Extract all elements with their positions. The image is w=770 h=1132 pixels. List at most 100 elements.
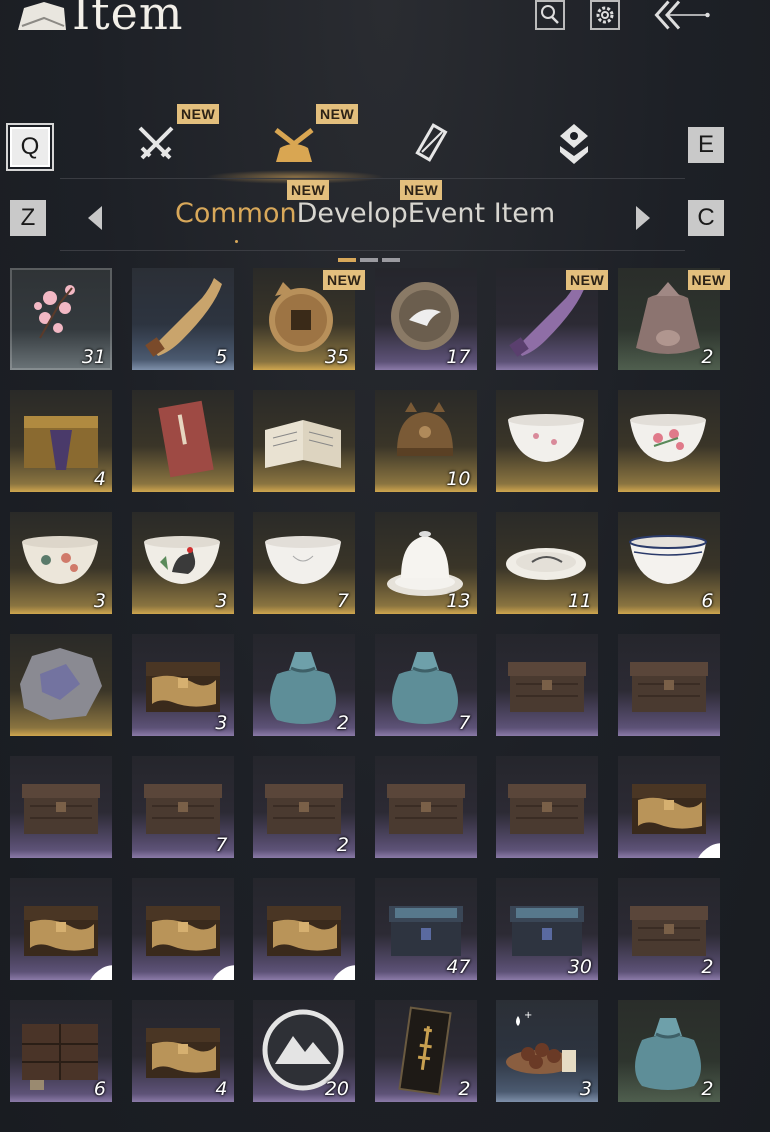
tab-new-badge: NEW	[287, 180, 330, 200]
item-slot[interactable]: 2	[617, 1000, 720, 1102]
item-slot[interactable]: 3	[131, 512, 234, 614]
item-count: 7	[336, 590, 349, 612]
item-count: 6	[701, 590, 714, 612]
item-slot[interactable]: 4	[10, 390, 112, 492]
item-slot[interactable]	[10, 756, 112, 858]
header: Item	[0, 0, 770, 60]
item-count: 35	[324, 346, 349, 368]
item-count: 7	[215, 834, 228, 856]
item-slot[interactable]	[496, 634, 598, 736]
item-count: 3	[215, 590, 228, 612]
item-slot[interactable]: 2	[253, 634, 355, 736]
item-slot[interactable]: 2	[253, 756, 355, 858]
search-icon[interactable]	[535, 0, 565, 30]
item-count: 31	[81, 346, 106, 368]
item-count: 3	[579, 1078, 592, 1100]
item-slot[interactable]	[10, 634, 112, 736]
item-slot[interactable]	[253, 390, 355, 492]
next-category-key[interactable]: E	[688, 127, 724, 163]
item-slot[interactable]: 2	[617, 878, 720, 980]
next-tab-key[interactable]: C	[688, 200, 724, 236]
item-count: 2	[336, 834, 349, 856]
category-new-badge: NEW	[316, 104, 359, 124]
active-tab-indicator	[235, 240, 238, 243]
back-icon[interactable]	[642, 0, 722, 30]
heart-icon	[327, 954, 355, 980]
item-slot[interactable]	[496, 390, 598, 492]
token-icon[interactable]	[552, 122, 596, 166]
page-indicator-active	[338, 258, 356, 262]
item-slot[interactable]: 10	[374, 390, 477, 492]
bag-icon	[18, 2, 66, 30]
divider	[60, 250, 685, 251]
page-indicator	[360, 258, 378, 262]
item-count: 3	[93, 590, 106, 612]
item-slot[interactable]: 6	[10, 1000, 112, 1102]
prev-tab-key[interactable]: Z	[10, 200, 46, 236]
svg-text:+: +	[524, 1010, 532, 1021]
tab-common[interactable]: Common	[175, 198, 297, 229]
item-slot[interactable]: 3	[131, 634, 234, 736]
page-indicator	[382, 258, 400, 262]
item-slot[interactable]: 2	[374, 1000, 477, 1102]
item-slot[interactable]: +3	[496, 1000, 598, 1102]
item-slot[interactable]: 20	[253, 1000, 355, 1102]
item-count: 30	[567, 956, 592, 978]
item-new-badge: NEW	[323, 270, 366, 290]
bundle-icon[interactable]	[272, 122, 316, 166]
item-count: 4	[215, 1078, 228, 1100]
item-slot[interactable]: 5	[131, 268, 234, 370]
category-new-badge: NEW	[177, 104, 220, 124]
item-slot[interactable]: 6	[617, 512, 720, 614]
prev-category-key[interactable]: Q	[10, 127, 50, 167]
item-slot[interactable]	[131, 390, 234, 492]
tab-new-badge: NEW	[400, 180, 443, 200]
item-slot[interactable]	[131, 878, 234, 980]
item-slot[interactable]: 30	[496, 878, 598, 980]
item-slot[interactable]: 7	[253, 512, 355, 614]
item-count: 17	[446, 346, 471, 368]
item-slot[interactable]: 4	[131, 1000, 234, 1102]
item-slot[interactable]: 11	[496, 512, 598, 614]
item-slot[interactable]	[10, 878, 112, 980]
item-slot[interactable]: 17	[374, 268, 477, 370]
item-new-badge: NEW	[687, 270, 730, 290]
scroll-icon[interactable]	[412, 122, 456, 166]
item-slot[interactable]	[496, 756, 598, 858]
crossed-swords-icon[interactable]	[134, 122, 178, 166]
tab-bar: Common Develop Event Item	[175, 198, 555, 229]
item-count: 2	[701, 1078, 714, 1100]
item-count: 47	[446, 956, 471, 978]
item-slot[interactable]	[374, 756, 477, 858]
page-title: Item	[72, 0, 184, 40]
item-count: 11	[567, 590, 592, 612]
item-slot[interactable]	[617, 390, 720, 492]
item-count: 10	[446, 468, 471, 490]
item-count: 2	[701, 346, 714, 368]
tab-right-arrow-icon[interactable]	[636, 206, 650, 230]
item-count: 3	[215, 712, 228, 734]
item-slot[interactable]: 3	[10, 512, 112, 614]
tab-event-item[interactable]: Event Item	[408, 198, 555, 229]
item-slot[interactable]: 47	[374, 878, 477, 980]
item-slot[interactable]: 31	[10, 268, 112, 370]
item-count: 20	[324, 1078, 349, 1100]
heart-icon	[692, 832, 720, 858]
item-count: 2	[336, 712, 349, 734]
item-slot[interactable]	[617, 634, 720, 736]
item-count: 2	[458, 1078, 471, 1100]
item-count: 13	[446, 590, 471, 612]
item-slot[interactable]: 7	[374, 634, 477, 736]
item-slot[interactable]: 13	[374, 512, 477, 614]
heart-icon	[84, 954, 112, 980]
item-count: 2	[701, 956, 714, 978]
gear-icon[interactable]	[590, 0, 620, 30]
item-slot[interactable]	[617, 756, 720, 858]
item-slot[interactable]: 7	[131, 756, 234, 858]
item-slot[interactable]	[253, 878, 355, 980]
tab-left-arrow-icon[interactable]	[88, 206, 102, 230]
divider	[60, 178, 685, 179]
item-count: 6	[93, 1078, 106, 1100]
item-new-badge: NEW	[566, 270, 609, 290]
tab-develop[interactable]: Develop	[297, 198, 408, 229]
